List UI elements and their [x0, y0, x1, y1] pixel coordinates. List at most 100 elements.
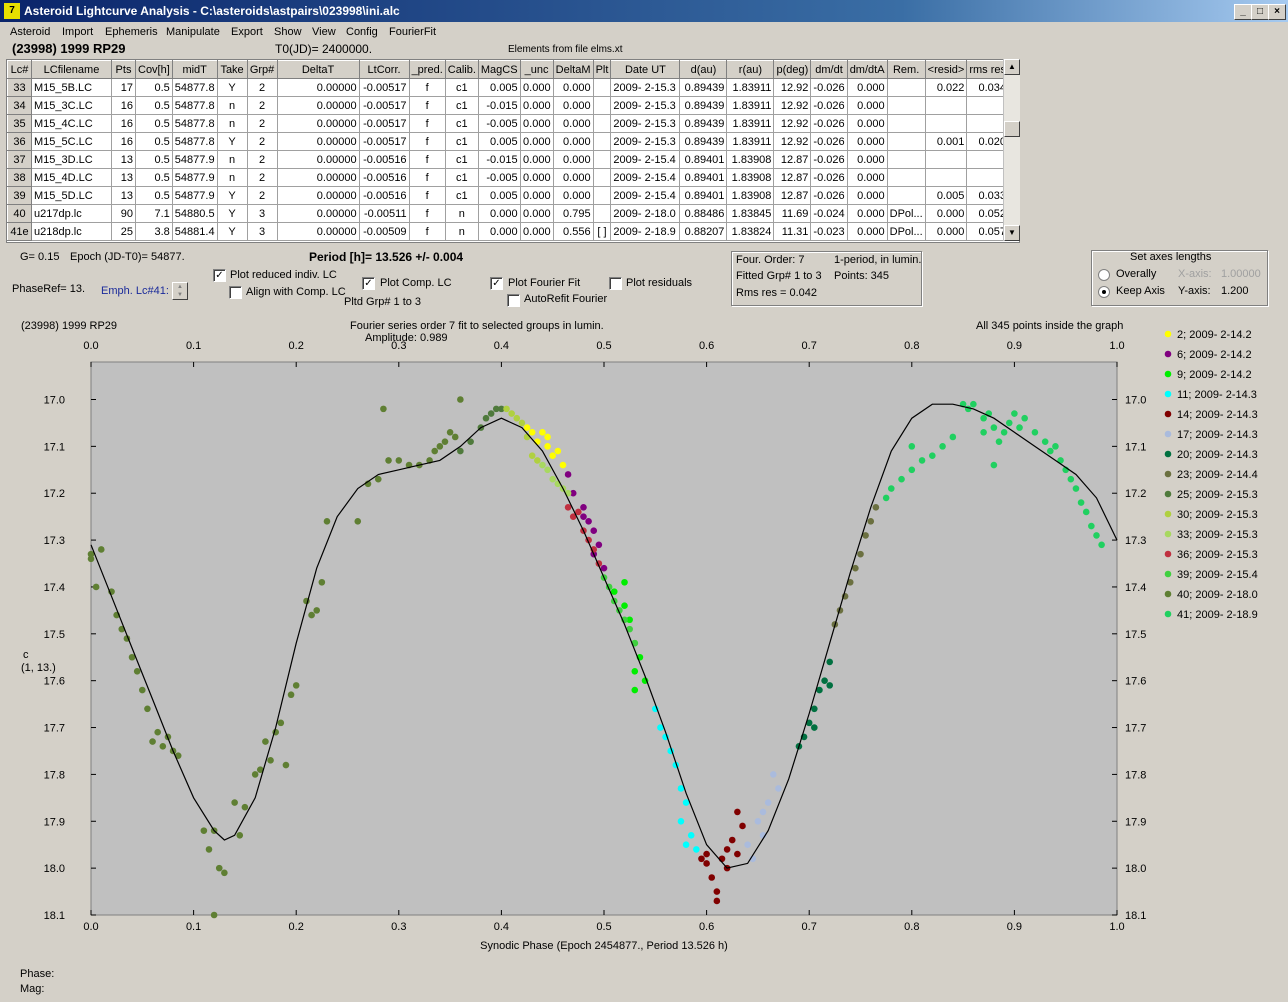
- column-header[interactable]: dm/dt: [810, 60, 848, 79]
- table-cell[interactable]: 1.83911: [726, 114, 775, 133]
- column-header[interactable]: Plt: [592, 60, 612, 79]
- row-number[interactable]: 37: [7, 150, 32, 169]
- column-header[interactable]: _pred.: [408, 60, 446, 79]
- align-comp-checkbox[interactable]: [229, 286, 242, 299]
- table-cell[interactable]: c1: [444, 132, 479, 151]
- table-cell[interactable]: -0.005: [477, 168, 521, 187]
- table-cell[interactable]: 0.001: [924, 132, 968, 151]
- table-cell[interactable]: DPol...: [886, 222, 926, 241]
- table-cell[interactable]: Y: [216, 222, 248, 241]
- table-cell[interactable]: 0.000: [846, 222, 888, 241]
- table-cell[interactable]: 0.5: [135, 150, 173, 169]
- column-header[interactable]: LtCorr.: [358, 60, 410, 79]
- table-cell[interactable]: 0.89401: [679, 168, 728, 187]
- table-cell[interactable]: Y: [216, 186, 248, 205]
- table-cell[interactable]: [592, 114, 612, 133]
- table-cell[interactable]: -0.026: [810, 132, 848, 151]
- table-cell[interactable]: -0.015: [477, 96, 521, 115]
- column-header[interactable]: r(au): [726, 60, 775, 79]
- table-cell[interactable]: 54877.8: [171, 114, 218, 133]
- menu-config[interactable]: Config: [346, 26, 378, 38]
- table-cell[interactable]: 12.92: [773, 96, 812, 115]
- table-cell[interactable]: 11.69: [773, 204, 812, 223]
- table-cell[interactable]: [592, 186, 612, 205]
- table-cell[interactable]: 0.00000: [276, 132, 360, 151]
- table-cell[interactable]: -0.00517: [358, 78, 410, 97]
- table-cell[interactable]: [924, 150, 968, 169]
- autorefit-checkbox[interactable]: [507, 294, 520, 307]
- table-cell[interactable]: 0.00000: [276, 78, 360, 97]
- table-cell[interactable]: M15_5D.LC: [31, 186, 112, 205]
- table-cell[interactable]: 2: [246, 186, 278, 205]
- table-cell[interactable]: 1.83908: [726, 168, 775, 187]
- table-cell[interactable]: 3: [246, 222, 278, 241]
- table-cell[interactable]: [592, 150, 612, 169]
- table-cell[interactable]: M15_4D.LC: [31, 168, 112, 187]
- table-cell[interactable]: 2: [246, 114, 278, 133]
- table-cell[interactable]: 0.000: [552, 78, 594, 97]
- table-cell[interactable]: 3: [246, 204, 278, 223]
- table-cell[interactable]: 0.000: [552, 114, 594, 133]
- table-cell[interactable]: M15_4C.LC: [31, 114, 112, 133]
- table-cell[interactable]: 0.00000: [276, 204, 360, 223]
- table-cell[interactable]: 0.005: [477, 78, 521, 97]
- table-cell[interactable]: 0.000: [519, 96, 554, 115]
- table-cell[interactable]: [886, 150, 926, 169]
- table-cell[interactable]: 0.000: [846, 132, 888, 151]
- table-cell[interactable]: c1: [444, 150, 479, 169]
- spin-up-icon[interactable]: ▲: [173, 283, 187, 291]
- table-cell[interactable]: 1.83824: [726, 222, 775, 241]
- column-header[interactable]: LCfilename: [31, 60, 112, 79]
- row-number[interactable]: 38: [7, 168, 32, 187]
- row-number[interactable]: 36: [7, 132, 32, 151]
- table-cell[interactable]: 0.000: [552, 150, 594, 169]
- table-cell[interactable]: 0.5: [135, 186, 173, 205]
- plot-fourier-checkbox[interactable]: ✓: [490, 277, 503, 290]
- table-cell[interactable]: 1.83845: [726, 204, 775, 223]
- table-cell[interactable]: 12.92: [773, 114, 812, 133]
- table-cell[interactable]: -0.00517: [358, 96, 410, 115]
- table-cell[interactable]: 0.000: [552, 132, 594, 151]
- table-cell[interactable]: 2009- 2-15.4: [610, 186, 681, 205]
- table-cell[interactable]: 0.5: [135, 96, 173, 115]
- table-cell[interactable]: M15_5C.LC: [31, 132, 112, 151]
- table-cell[interactable]: 13: [111, 168, 136, 187]
- table-cell[interactable]: DPol...: [886, 204, 926, 223]
- row-number[interactable]: 41e: [7, 222, 32, 241]
- table-cell[interactable]: 0.000: [552, 186, 594, 205]
- table-cell[interactable]: -0.00517: [358, 114, 410, 133]
- table-cell[interactable]: 0.795: [552, 204, 594, 223]
- row-number[interactable]: 35: [7, 114, 32, 133]
- table-scrollbar[interactable]: ▲ ▼: [1003, 59, 1020, 241]
- table-cell[interactable]: 25: [111, 222, 136, 241]
- column-header[interactable]: Take: [216, 60, 248, 79]
- table-cell[interactable]: [886, 168, 926, 187]
- row-number[interactable]: 40: [7, 204, 32, 223]
- table-cell[interactable]: 0.000: [519, 186, 554, 205]
- table-cell[interactable]: 0.000: [846, 150, 888, 169]
- table-cell[interactable]: 0.89439: [679, 114, 728, 133]
- table-cell[interactable]: 54877.9: [171, 186, 218, 205]
- table-cell[interactable]: 16: [111, 114, 136, 133]
- menu-ephemeris[interactable]: Ephemeris: [105, 26, 158, 38]
- table-cell[interactable]: 54877.8: [171, 132, 218, 151]
- table-cell[interactable]: [886, 96, 926, 115]
- table-cell[interactable]: -0.023: [810, 222, 848, 241]
- table-cell[interactable]: 12.87: [773, 150, 812, 169]
- table-cell[interactable]: 16: [111, 96, 136, 115]
- menu-import[interactable]: Import: [62, 26, 93, 38]
- y-axis-value[interactable]: 1.200: [1221, 285, 1249, 297]
- menu-export[interactable]: Export: [231, 26, 263, 38]
- table-cell[interactable]: 13: [111, 150, 136, 169]
- overally-radio[interactable]: [1098, 269, 1110, 281]
- table-cell[interactable]: 2: [246, 96, 278, 115]
- keep-axis-radio[interactable]: [1098, 286, 1110, 298]
- table-cell[interactable]: u218dp.lc: [31, 222, 112, 241]
- table-cell[interactable]: 2009- 2-15.4: [610, 150, 681, 169]
- table-cell[interactable]: 0.000: [519, 204, 554, 223]
- table-cell[interactable]: n: [444, 222, 479, 241]
- table-cell[interactable]: 54877.8: [171, 78, 218, 97]
- table-cell[interactable]: f: [408, 114, 446, 133]
- table-cell[interactable]: M15_3D.LC: [31, 150, 112, 169]
- table-cell[interactable]: 0.89401: [679, 150, 728, 169]
